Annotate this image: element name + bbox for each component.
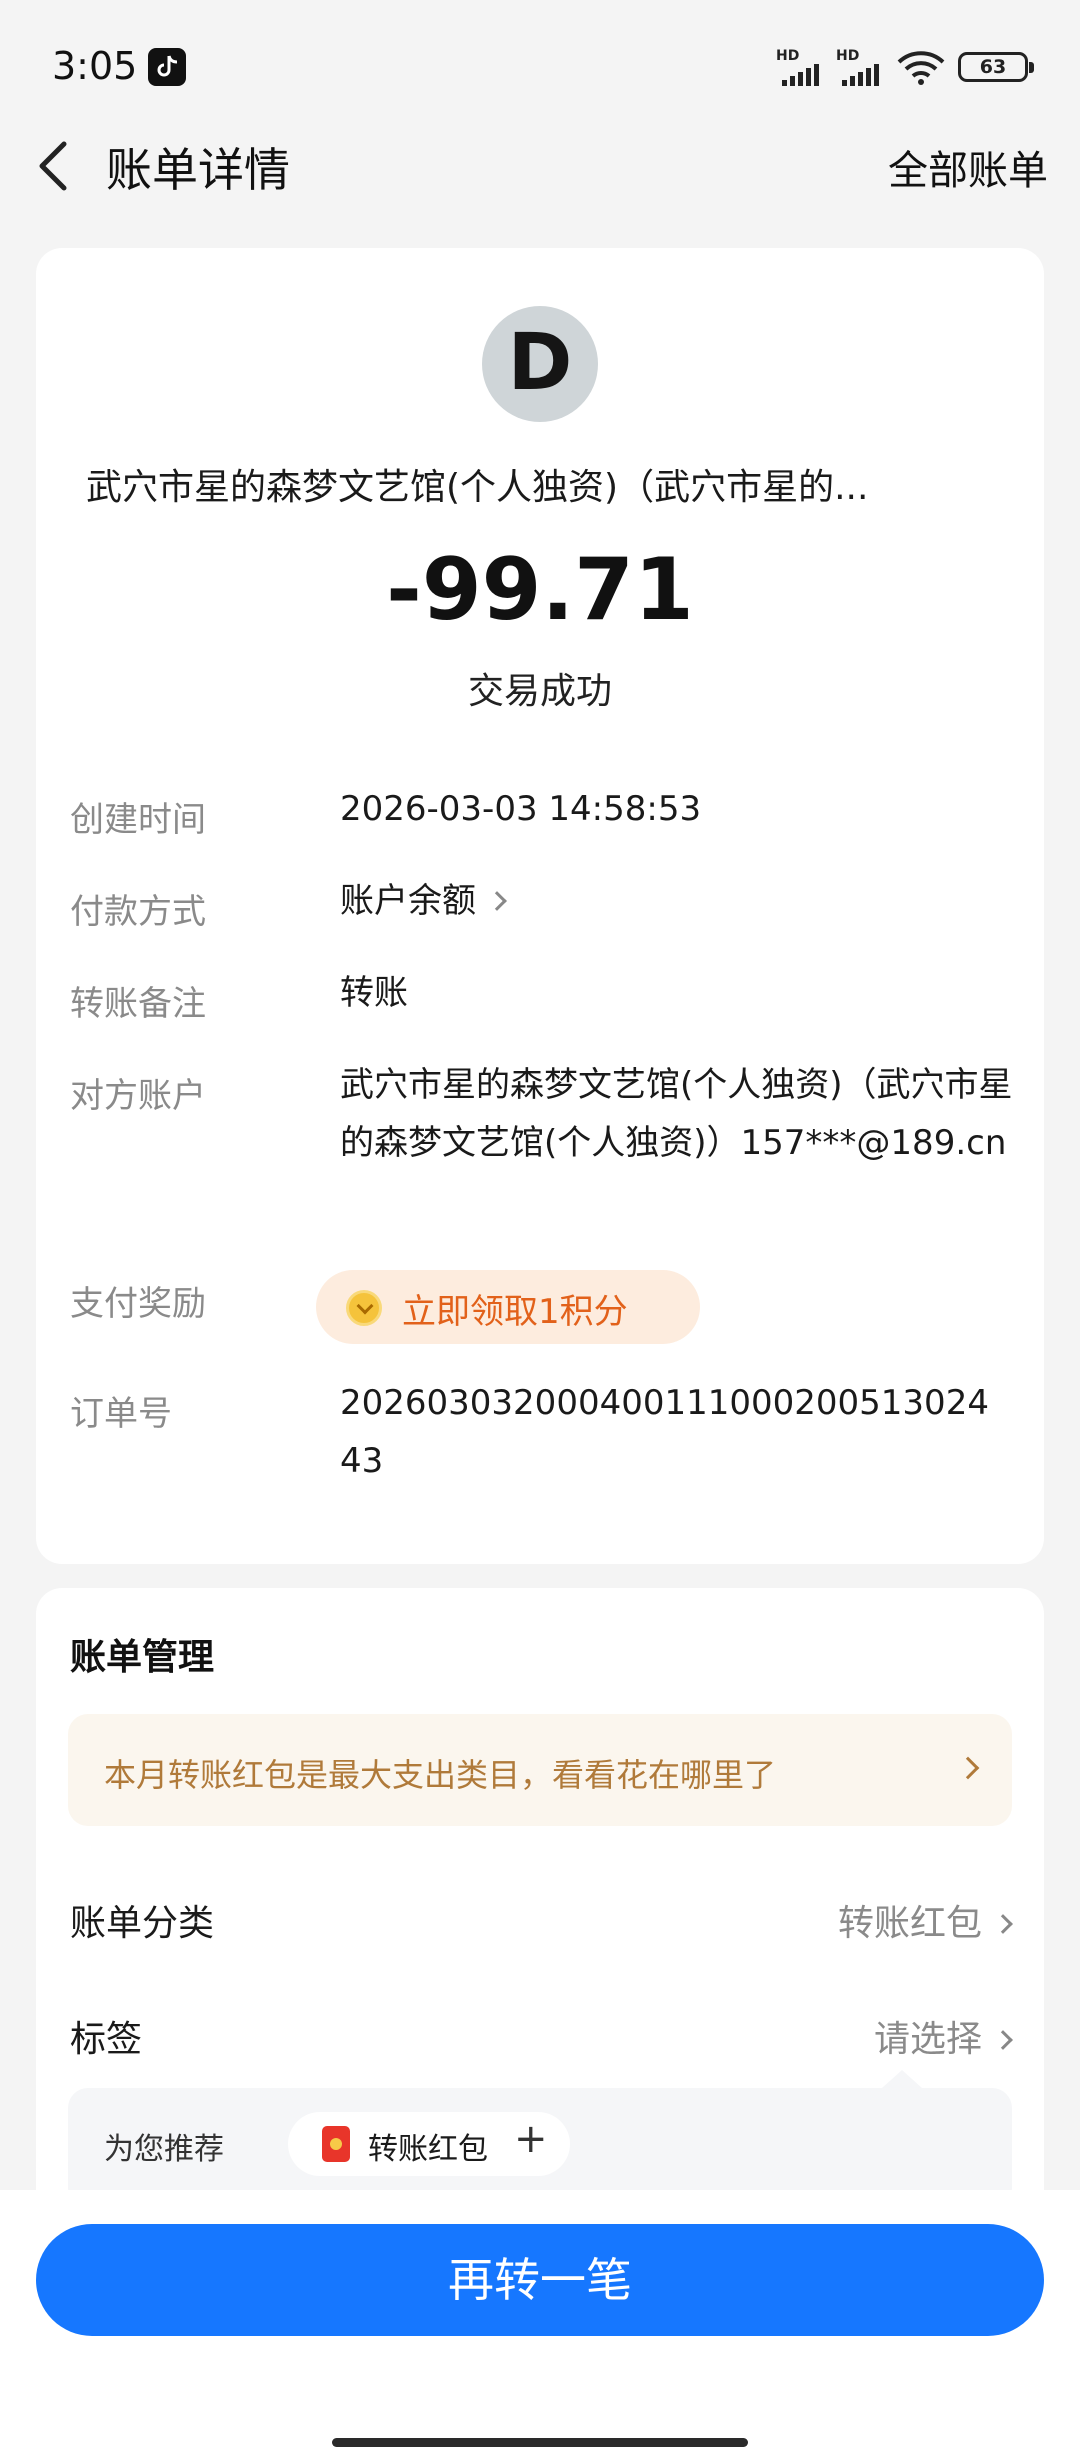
recommend-label: 为您推荐: [104, 2132, 224, 2167]
order-number-label: 订单号: [70, 1394, 172, 1434]
remark-value: 转账: [340, 973, 408, 1013]
payment-method-label: 付款方式: [70, 892, 206, 932]
red-packet-icon: [322, 2126, 350, 2162]
transfer-again-button[interactable]: 再转一笔: [36, 2224, 1044, 2336]
category-label: 账单分类: [70, 1903, 215, 1944]
bill-summary-card: D 武穴市星的森梦文艺馆(个人独资)（武穴市星的... -99.71 交易成功 …: [36, 248, 1044, 1564]
wifi-icon: [896, 50, 946, 90]
bill-management-card: 账单管理 本月转账红包是最大支出类目，看看花在哪里了 账单分类 转账红包 标签 …: [36, 1588, 1044, 2228]
status-bar: 3:05 HD HD 63: [0, 0, 1080, 130]
payment-method-value[interactable]: 账户余额: [340, 872, 507, 930]
home-indicator[interactable]: [332, 2438, 748, 2447]
reward-label: 支付奖励: [70, 1284, 206, 1324]
back-arrow-icon[interactable]: [34, 136, 74, 196]
management-title: 账单管理: [70, 1637, 215, 1678]
recommend-tag-chip[interactable]: 转账红包 +: [288, 2112, 570, 2176]
chevron-right-icon: [487, 891, 507, 911]
all-bills-link[interactable]: 全部账单: [888, 138, 1048, 196]
chevron-right-icon: [956, 1756, 980, 1780]
header: 账单详情 全部账单: [0, 120, 1080, 210]
tooltip-notch: [882, 2070, 922, 2088]
created-time-label: 创建时间: [70, 800, 206, 840]
spending-tip-banner[interactable]: 本月转账红包是最大支出类目，看看花在哪里了: [68, 1714, 1012, 1826]
counterparty-label: 对方账户: [70, 1076, 206, 1116]
chevron-right-icon: [993, 2030, 1013, 2050]
tiktok-app-icon: [148, 48, 186, 86]
page-title: 账单详情: [106, 143, 290, 197]
hd-label: HD: [776, 48, 800, 64]
plus-icon: +: [514, 2116, 548, 2162]
amount: -99.71: [386, 540, 694, 640]
hd-label-2: HD: [836, 48, 860, 64]
order-number-value: 20260303200040011100020051302443: [340, 1383, 989, 1481]
tag-label: 标签: [70, 2019, 143, 2060]
created-time-value: 2026-03-03 14:58:53: [340, 789, 702, 829]
avatar-letter: D: [507, 318, 573, 408]
payment-method-text: 账户余额: [340, 881, 476, 921]
category-selector[interactable]: 转账红包: [837, 1894, 1013, 1946]
tag-selector[interactable]: 请选择: [873, 2010, 1013, 2062]
tag-value: 请选择: [873, 2019, 982, 2060]
coin-icon: [346, 1290, 382, 1326]
chevron-right-icon: [993, 1914, 1013, 1934]
claim-points-label: 立即领取1积分: [402, 1292, 628, 1332]
category-value: 转账红包: [837, 1903, 982, 1944]
merchant-name: 武穴市星的森梦文艺馆(个人独资)（武穴市星的...: [86, 467, 869, 508]
tip-text: 本月转账红包是最大支出类目，看看花在哪里了: [104, 1756, 777, 1794]
remark-label: 转账备注: [70, 984, 206, 1024]
recommend-chip-label: 转账红包: [368, 2132, 488, 2167]
status-time: 3:05: [52, 44, 138, 88]
counterparty-value: 武穴市星的森梦文艺馆(个人独资)（武穴市星的森梦文艺馆(个人独资)）157***…: [340, 1065, 1013, 1163]
claim-points-button[interactable]: 立即领取1积分: [316, 1270, 700, 1344]
bottom-bar: 再转一笔: [0, 2190, 1080, 2460]
merchant-avatar: D: [482, 306, 598, 422]
transaction-status: 交易成功: [467, 671, 612, 712]
battery-icon: 63: [958, 52, 1034, 82]
